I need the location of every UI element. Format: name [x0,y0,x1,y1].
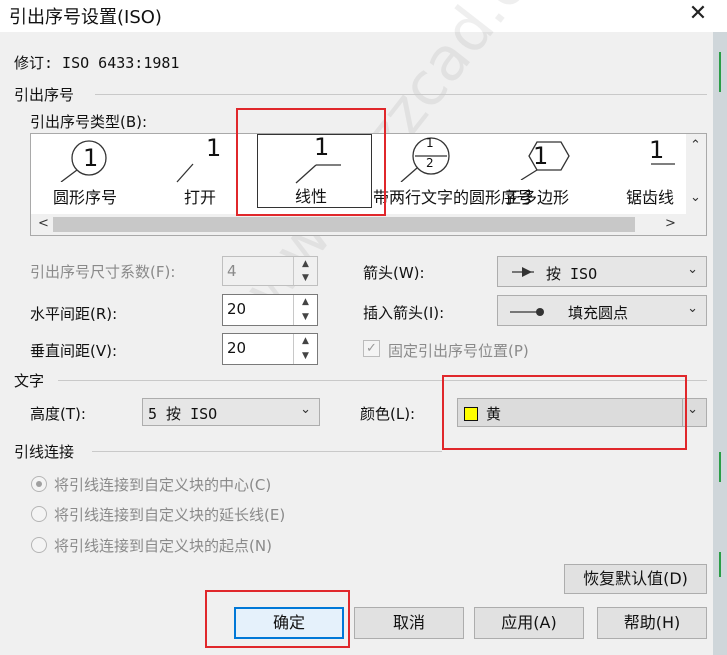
spin-down-icon[interactable]: ▼ [294,310,317,325]
leader-extension-radio[interactable] [31,506,47,522]
leader-start-radio[interactable] [31,537,47,553]
balloon-type-label: 引出序号类型(B): [30,113,148,131]
gallery-vertical-scrollbar[interactable]: ⌃ ⌄ [686,134,706,214]
restore-defaults-button[interactable]: 恢复默认值(D) [564,564,707,594]
cancel-button[interactable]: 取消 [354,607,464,639]
fixed-position-checkbox[interactable]: ✓ [363,340,380,357]
revision-label: 修订: ISO 6433:1981 [14,54,180,72]
section-text: 文字 [14,372,45,390]
h-spacing-spinner[interactable]: ▲ ▼ [293,295,317,325]
background-window-edge [713,32,727,655]
chevron-down-icon: ⌄ [687,402,698,417]
close-icon[interactable]: ✕ [680,0,716,28]
size-factor-spinner[interactable]: ▲ ▼ [293,257,317,285]
scroll-up-icon[interactable]: ⌃ [690,138,701,153]
leader-start-label: 将引线连接到自定义块的起点(N) [54,537,272,555]
arrow-head-icon [512,267,534,277]
chevron-down-icon: ⌄ [687,262,698,277]
scroll-down-icon[interactable]: ⌄ [690,190,701,205]
section-balloon: 引出序号 [14,86,75,104]
title-bar: 引出序号设置(ISO) ✕ [0,0,727,32]
arrow-select[interactable]: 按 ISO ⌄ [497,256,707,287]
apply-button[interactable]: 应用(A) [474,607,584,639]
spin-down-icon[interactable]: ▼ [294,271,317,285]
gallery-item-circle[interactable]: 1 圆形序号 [31,134,151,214]
h-spacing-input[interactable]: 20 ▲ ▼ [222,294,318,326]
help-button[interactable]: 帮助(H) [597,607,707,639]
open-balloon-icon [176,163,194,183]
scroll-right-icon[interactable]: > [665,216,676,231]
size-factor-label: 引出序号尺寸系数(F): [30,263,176,281]
v-spacing-label: 垂直间距(V): [30,342,118,360]
gallery-item-two-line-circle[interactable]: 1 2 带两行文字的圆形序号 [371,134,533,214]
spin-up-icon[interactable]: ▲ [294,295,317,310]
gallery-item-polygon[interactable]: 1 正多边形 [493,134,593,214]
v-spacing-spinner[interactable]: ▲ ▼ [293,334,317,364]
dot-arrow-icon [510,308,544,316]
arrow-label: 箭头(W): [363,264,425,282]
gallery-item-sawtooth[interactable]: 1 锯齿线 [611,134,686,214]
scroll-thumb[interactable] [53,217,635,232]
text-color-label: 颜色(L): [360,405,416,423]
h-spacing-label: 水平间距(R): [30,305,118,323]
size-factor-input[interactable]: 4 ▲ ▼ [222,256,318,286]
chevron-down-icon: ⌄ [300,402,311,417]
v-spacing-input[interactable]: 20 ▲ ▼ [222,333,318,365]
section-leader: 引线连接 [14,443,75,461]
fixed-position-label: 固定引出序号位置(P) [388,342,529,360]
insert-arrow-label: 插入箭头(I): [363,304,445,322]
gallery-horizontal-scrollbar[interactable]: < > [31,214,706,235]
insert-arrow-select[interactable]: 填充圆点 ⌄ [497,295,707,326]
spin-up-icon[interactable]: ▲ [294,334,317,349]
spin-down-icon[interactable]: ▼ [294,349,317,364]
dialog-title: 引出序号设置(ISO) [9,7,162,28]
highlight-color [442,375,687,450]
spin-up-icon[interactable]: ▲ [294,257,317,271]
highlight-ok [205,590,350,648]
text-height-select[interactable]: 5 按 ISO ⌄ [142,398,320,426]
leader-extension-label: 将引线连接到自定义块的延长线(E) [54,506,286,524]
highlight-linear [236,108,386,216]
chevron-down-icon: ⌄ [687,301,698,316]
text-height-label: 高度(T): [30,405,86,423]
leader-center-label: 将引线连接到自定义块的中心(C) [54,476,272,494]
scroll-left-icon[interactable]: < [38,216,49,231]
leader-center-radio[interactable] [31,476,47,492]
